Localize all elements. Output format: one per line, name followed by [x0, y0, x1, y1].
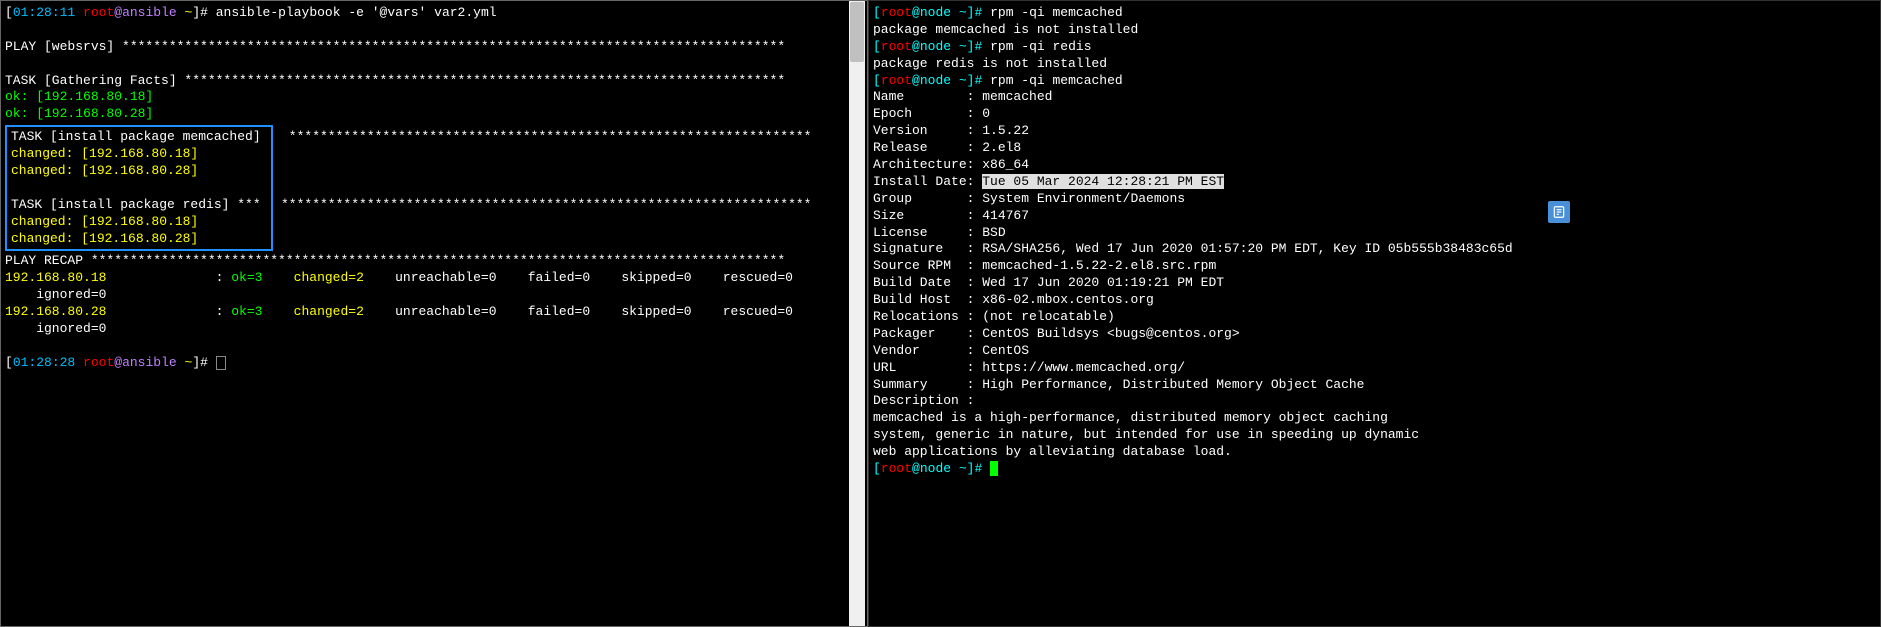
- prompt-user-2: root: [83, 355, 114, 370]
- left-cursor: [216, 356, 226, 370]
- rpm-url: URL : https://www.memcached.org/: [873, 360, 1185, 375]
- changed-host-1: changed: [192.168.80.18]: [11, 146, 198, 161]
- prompt-timestamp: 01:28:11: [13, 5, 75, 20]
- right-terminal-pane[interactable]: [root@node ~]# rpm -qi memcached package…: [868, 0, 1881, 627]
- prompt-cwd-2: ~: [185, 355, 193, 370]
- right-prompt-3: [root@node ~]#: [873, 73, 982, 88]
- rpm-version: Version : 1.5.22: [873, 123, 1029, 138]
- right-cursor: [990, 461, 998, 476]
- task-redis: TASK [install package redis] ***: [11, 197, 261, 212]
- rpm-installdate-value: Tue 05 Mar 2024 12:28:21 PM EST: [982, 174, 1224, 189]
- rpm-summary: Summary : High Performance, Distributed …: [873, 377, 1364, 392]
- rpm-builddate: Build Date : Wed 17 Jun 2020 01:19:21 PM…: [873, 275, 1224, 290]
- out-memcached-not-installed: package memcached is not installed: [873, 22, 1138, 37]
- cmd-rpm-redis: rpm -qi redis: [990, 39, 1091, 54]
- rpm-desc-line-2: system, generic in nature, but intended …: [873, 427, 1419, 442]
- prompt-cwd: ~: [185, 5, 193, 20]
- changed-host-2: changed: [192.168.80.28]: [11, 163, 198, 178]
- prompt-at: @: [114, 5, 122, 20]
- recap-changed-1: changed=2: [262, 270, 363, 285]
- task-redis-stars: ****************************************…: [281, 197, 812, 214]
- rpm-desc-line-3: web applications by alleviating database…: [873, 444, 1232, 459]
- left-scrollbar-thumb[interactable]: [850, 2, 864, 62]
- rpm-relocations: Relocations : (not relocatable): [873, 309, 1115, 324]
- recap-host-2: 192.168.80.28: [5, 304, 106, 319]
- split-terminal-container: [01:28:11 root@ansible ~]# ansible-playb…: [0, 0, 1881, 627]
- task-gathering-facts: TASK [Gathering Facts] *****************…: [5, 73, 785, 88]
- right-prompt-4: [root@node ~]#: [873, 461, 982, 476]
- recap-sep-2: :: [106, 304, 231, 319]
- prompt-host-2: ansible: [122, 355, 177, 370]
- prompt-user: root: [83, 5, 114, 20]
- rpm-size: Size : 414767: [873, 208, 1029, 223]
- rpm-release: Release : 2.el8: [873, 140, 1021, 155]
- cmd-rpm-memcached-1: rpm -qi memcached: [990, 5, 1123, 20]
- right-prompt-2: [root@node ~]#: [873, 39, 982, 54]
- changed-host-3: changed: [192.168.80.18]: [11, 214, 198, 229]
- recap-ok-1: ok=3: [231, 270, 262, 285]
- recap-ok-2: ok=3: [231, 304, 262, 319]
- play-header: PLAY [websrvs] *************************…: [5, 39, 785, 54]
- out-redis-not-installed: package redis is not installed: [873, 56, 1107, 71]
- recap-ignored-2: ignored=0: [5, 321, 106, 336]
- rpm-packager: Packager : CentOS Buildsys <bugs@centos.…: [873, 326, 1240, 341]
- rpm-arch: Architecture: x86_64: [873, 157, 1029, 172]
- recap-ignored-1: ignored=0: [5, 287, 106, 302]
- rpm-vendor: Vendor : CentOS: [873, 343, 1029, 358]
- rpm-desc-line-1: memcached is a high-performance, distrib…: [873, 410, 1388, 425]
- ok-host-2: ok: [192.168.80.28]: [5, 106, 153, 121]
- rpm-group: Group : System Environment/Daemons: [873, 191, 1185, 206]
- play-recap-header: PLAY RECAP *****************************…: [5, 253, 785, 268]
- rpm-buildhost: Build Host : x86-02.mbox.centos.org: [873, 292, 1154, 307]
- rpm-epoch: Epoch : 0: [873, 106, 990, 121]
- prompt-at-2: @: [114, 355, 122, 370]
- task-memcached-stars: ****************************************…: [281, 129, 812, 146]
- prompt-timestamp-2: 01:28:28: [13, 355, 75, 370]
- recap-rest-1: unreachable=0 failed=0 skipped=0 rescued…: [364, 270, 793, 285]
- left-terminal-pane[interactable]: [01:28:11 root@ansible ~]# ansible-playb…: [0, 0, 868, 627]
- rpm-signature: Signature : RSA/SHA256, Wed 17 Jun 2020 …: [873, 241, 1513, 256]
- left-scrollbar[interactable]: [849, 1, 865, 626]
- recap-rest-2: unreachable=0 failed=0 skipped=0 rescued…: [364, 304, 793, 319]
- recap-changed-2: changed=2: [262, 304, 363, 319]
- prompt-host: ansible: [122, 5, 177, 20]
- right-prompt-1: [root@node ~]#: [873, 5, 982, 20]
- task-memcached: TASK [install package memcached]: [11, 129, 261, 144]
- changed-host-4: changed: [192.168.80.28]: [11, 231, 198, 246]
- highlighted-task-box: TASK [install package memcached] *******…: [5, 125, 273, 251]
- rpm-sourcerpm: Source RPM : memcached-1.5.22-2.el8.src.…: [873, 258, 1216, 273]
- recap-host-1: 192.168.80.18: [5, 270, 106, 285]
- clipboard-icon[interactable]: [1548, 201, 1570, 223]
- command-text: ansible-playbook -e '@vars' var2.yml: [216, 5, 497, 20]
- ok-host-1: ok: [192.168.80.18]: [5, 89, 153, 104]
- right-terminal-output[interactable]: [root@node ~]# rpm -qi memcached package…: [873, 5, 1876, 478]
- rpm-installdate-label: Install Date:: [873, 174, 982, 189]
- left-terminal-output[interactable]: [01:28:11 root@ansible ~]# ansible-playb…: [5, 5, 863, 123]
- rpm-description-label: Description :: [873, 393, 974, 408]
- cmd-rpm-memcached-2: rpm -qi memcached: [990, 73, 1123, 88]
- recap-sep: :: [106, 270, 231, 285]
- rpm-license: License : BSD: [873, 225, 1006, 240]
- rpm-name: Name : memcached: [873, 89, 1052, 104]
